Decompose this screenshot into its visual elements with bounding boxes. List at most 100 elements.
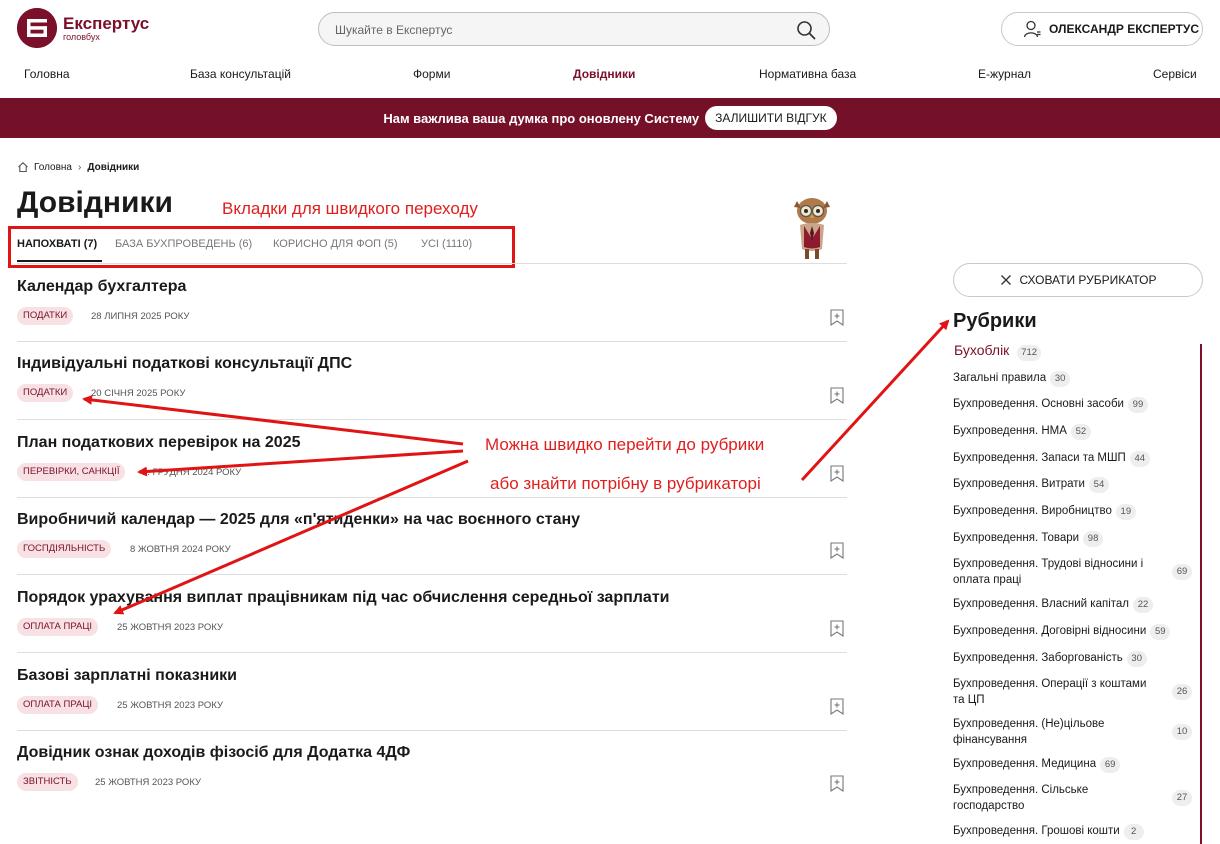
bookmark-icon[interactable] [830,775,844,792]
rubric-count: 19 [1115,504,1136,520]
rubric-name: Загальні правила [953,372,1047,384]
rubric-name: Бухпроведення. Трудові відносини і оплат… [953,558,1144,586]
rubric-count: 52 [1070,424,1091,440]
rubric-item[interactable]: Бухпроведення. Медицина 69 [953,757,1196,773]
rubric-item[interactable]: Бухпроведення. Основні засоби 99 [953,397,1196,413]
nav-item-normative-base[interactable]: Нормативна база [759,67,856,81]
bookmark-icon[interactable] [830,465,844,482]
rubric-name: Бухпроведення. Власний капітал [953,598,1129,610]
home-icon[interactable] [17,161,29,173]
article-title[interactable]: План податкових перевірок на 2025 [17,434,301,452]
rubric-item[interactable]: Бухпроведення. Грошові кошти 2 [953,824,1196,840]
rubric-name: Бухпроведення. Грошові кошти [953,825,1120,837]
article-item: Календар бухгалтера ПОДАТКИ 28 ЛИПНЯ 202… [17,264,847,342]
nav-item-references[interactable]: Довідники [573,67,635,81]
breadcrumb: Головна › Довідники [17,161,139,173]
hide-rubricator-label: СХОВАТИ РУБРИКАТОР [1019,273,1157,287]
article-title[interactable]: Довідник ознак доходів фізосіб для Додат… [17,744,410,762]
leave-feedback-button[interactable]: ЗАЛИШИТИ ВІДГУК [705,106,837,130]
article-date: 20 СІЧНЯ 2025 РОКУ [91,388,186,399]
nav-item-services[interactable]: Сервіси [1153,67,1197,81]
rubric-item[interactable]: Бухпроведення. Виробництво 19 [953,504,1196,520]
rubric-item[interactable]: Бухпроведення. Трудові відносини і оплат… [953,556,1196,588]
search-input[interactable] [335,21,775,39]
article-tag[interactable]: ОПЛАТА ПРАЦІ [17,618,99,636]
rubric-name: Бухпроведення. Медицина [953,758,1097,770]
rubric-count: 44 [1129,451,1150,467]
rubrics-scrollbar[interactable] [1200,344,1202,844]
article-tag[interactable]: ОПЛАТА ПРАЦІ [17,696,99,714]
rubric-name: Бухпроведення. Виробництво [953,505,1112,517]
rubric-top-item[interactable]: Бухоблік 712 [954,342,1042,361]
article-title[interactable]: Виробничий календар — 2025 для «п'ятиден… [17,511,580,529]
bookmark-icon[interactable] [830,309,844,326]
rubric-item[interactable]: Бухпроведення. Запаси та МШП 44 [953,451,1196,467]
main-nav: Головна База консультацій Форми Довідник… [0,64,1220,86]
article-date: 25 ЖОВТНЯ 2023 РОКУ [117,622,223,633]
article-tag[interactable]: ПЕРЕВІРКИ, САНКЦІЇ [17,463,126,481]
rubric-count: 10 [1172,724,1192,740]
bookmark-icon[interactable] [830,387,844,404]
article-item: Виробничий календар — 2025 для «п'ятиден… [17,497,847,575]
article-date: 25 ЖОВТНЯ 2023 РОКУ [95,777,201,788]
rubric-item[interactable]: Бухпроведення. Заборгованість 30 [953,651,1196,667]
search-bar [318,12,830,46]
rubric-count: 26 [1172,684,1192,700]
rubric-item[interactable]: Бухпроведення. НМА 52 [953,424,1196,440]
article-tag[interactable]: ПОДАТКИ [17,307,74,325]
article-title[interactable]: Базові зарплатні показники [17,667,237,685]
logo[interactable]: Експертус головбух [17,8,149,48]
rubric-item[interactable]: Бухпроведення. Товари 98 [953,531,1196,547]
nav-item-forms[interactable]: Форми [413,67,450,81]
nav-item-e-journal[interactable]: Е-журнал [978,67,1031,81]
rubric-name: Бухпроведення. НМА [953,425,1067,437]
rubric-name: Бухпроведення. Операції з коштами та ЦП [953,678,1147,706]
user-menu-button[interactable]: ОЛЕКСАНДР ЕКСПЕРТУС [1001,12,1203,46]
rubric-name: Бухпроведення. Основні засоби [953,398,1124,410]
rubric-item[interactable]: Загальні правила 30 [953,371,1196,387]
article-item: Індивідуальні податкові консультації ДПС… [17,342,847,420]
annotation-rubric-note-2: або знайти потрібну в рубрикаторі [490,474,761,493]
article-item: Порядок урахування виплат працівникам пі… [17,575,847,653]
nav-item-home[interactable]: Головна [24,67,70,81]
tab-all[interactable]: УСІ (1110) [421,238,472,250]
article-date: 25 ЖОВТНЯ 2023 РОКУ [117,700,223,711]
search-icon[interactable] [795,19,817,41]
rubric-item[interactable]: Бухпроведення. Власний капітал 22 [953,597,1196,613]
tab-useful-for-fop[interactable]: КОРИСНО ДЛЯ ФОП (5) [273,238,398,250]
article-item: Довідник ознак доходів фізосіб для Додат… [17,730,847,800]
tab-at-hand[interactable]: НАПОХВАТІ (7) [17,238,97,250]
hide-rubricator-button[interactable]: СХОВАТИ РУБРИКАТОР [953,263,1203,297]
rubric-count: 22 [1133,597,1153,613]
rubrics-title: Рубрики [953,310,1037,332]
rubric-count: 30 [1050,371,1071,387]
banner-text: Нам важлива ваша думка про оновлену Сист… [383,110,700,126]
article-title[interactable]: Календар бухгалтера [17,278,186,296]
rubric-count: 54 [1088,477,1109,493]
feedback-banner: Нам важлива ваша думка про оновлену Сист… [0,98,1220,138]
rubric-item[interactable]: Бухпроведення. Витрати 54 [953,477,1196,493]
rubric-item[interactable]: Бухпроведення. Договірні відносини 59 [953,624,1196,640]
article-title[interactable]: Індивідуальні податкові консультації ДПС [17,355,352,373]
annotation-tabs-note: Вкладки для швидкого переходу [222,199,478,218]
nav-item-consultations[interactable]: База консультацій [190,67,291,81]
rubric-name: Бухпроведення. Сільське господарство [953,784,1089,812]
article-tag[interactable]: ГОСПДІЯЛЬНІСТЬ [17,540,112,558]
breadcrumb-home[interactable]: Головна [34,162,72,173]
article-tag[interactable]: ЗВІТНІСТЬ [17,773,78,791]
rubric-item[interactable]: Бухпроведення. Сільське господарство 27 [953,782,1196,814]
rubric-item[interactable]: Бухпроведення. (Не)цільове фінансування 1… [953,716,1196,748]
rubric-count: 98 [1083,531,1104,547]
article-tag[interactable]: ПОДАТКИ [17,384,74,402]
bookmark-icon[interactable] [830,620,844,637]
rubric-count: 30 [1126,651,1147,667]
rubric-name: Бухпроведення. Витрати [953,478,1085,490]
article-title[interactable]: Порядок урахування виплат працівникам пі… [17,589,670,607]
annotation-rubric-note-1: Можна швидко перейти до рубрики [485,435,765,454]
tab-postings-base[interactable]: БАЗА БУХПРОВЕДЕНЬ (6) [115,238,252,250]
bookmark-icon[interactable] [830,698,844,715]
bookmark-icon[interactable] [830,542,844,559]
page-title: Довідники [17,186,173,219]
header: Експертус головбух ОЛЕКСАНДР ЕКСПЕРТУС [0,0,1220,58]
rubric-item[interactable]: Бухпроведення. Операції з коштами та ЦП 2… [953,676,1196,708]
